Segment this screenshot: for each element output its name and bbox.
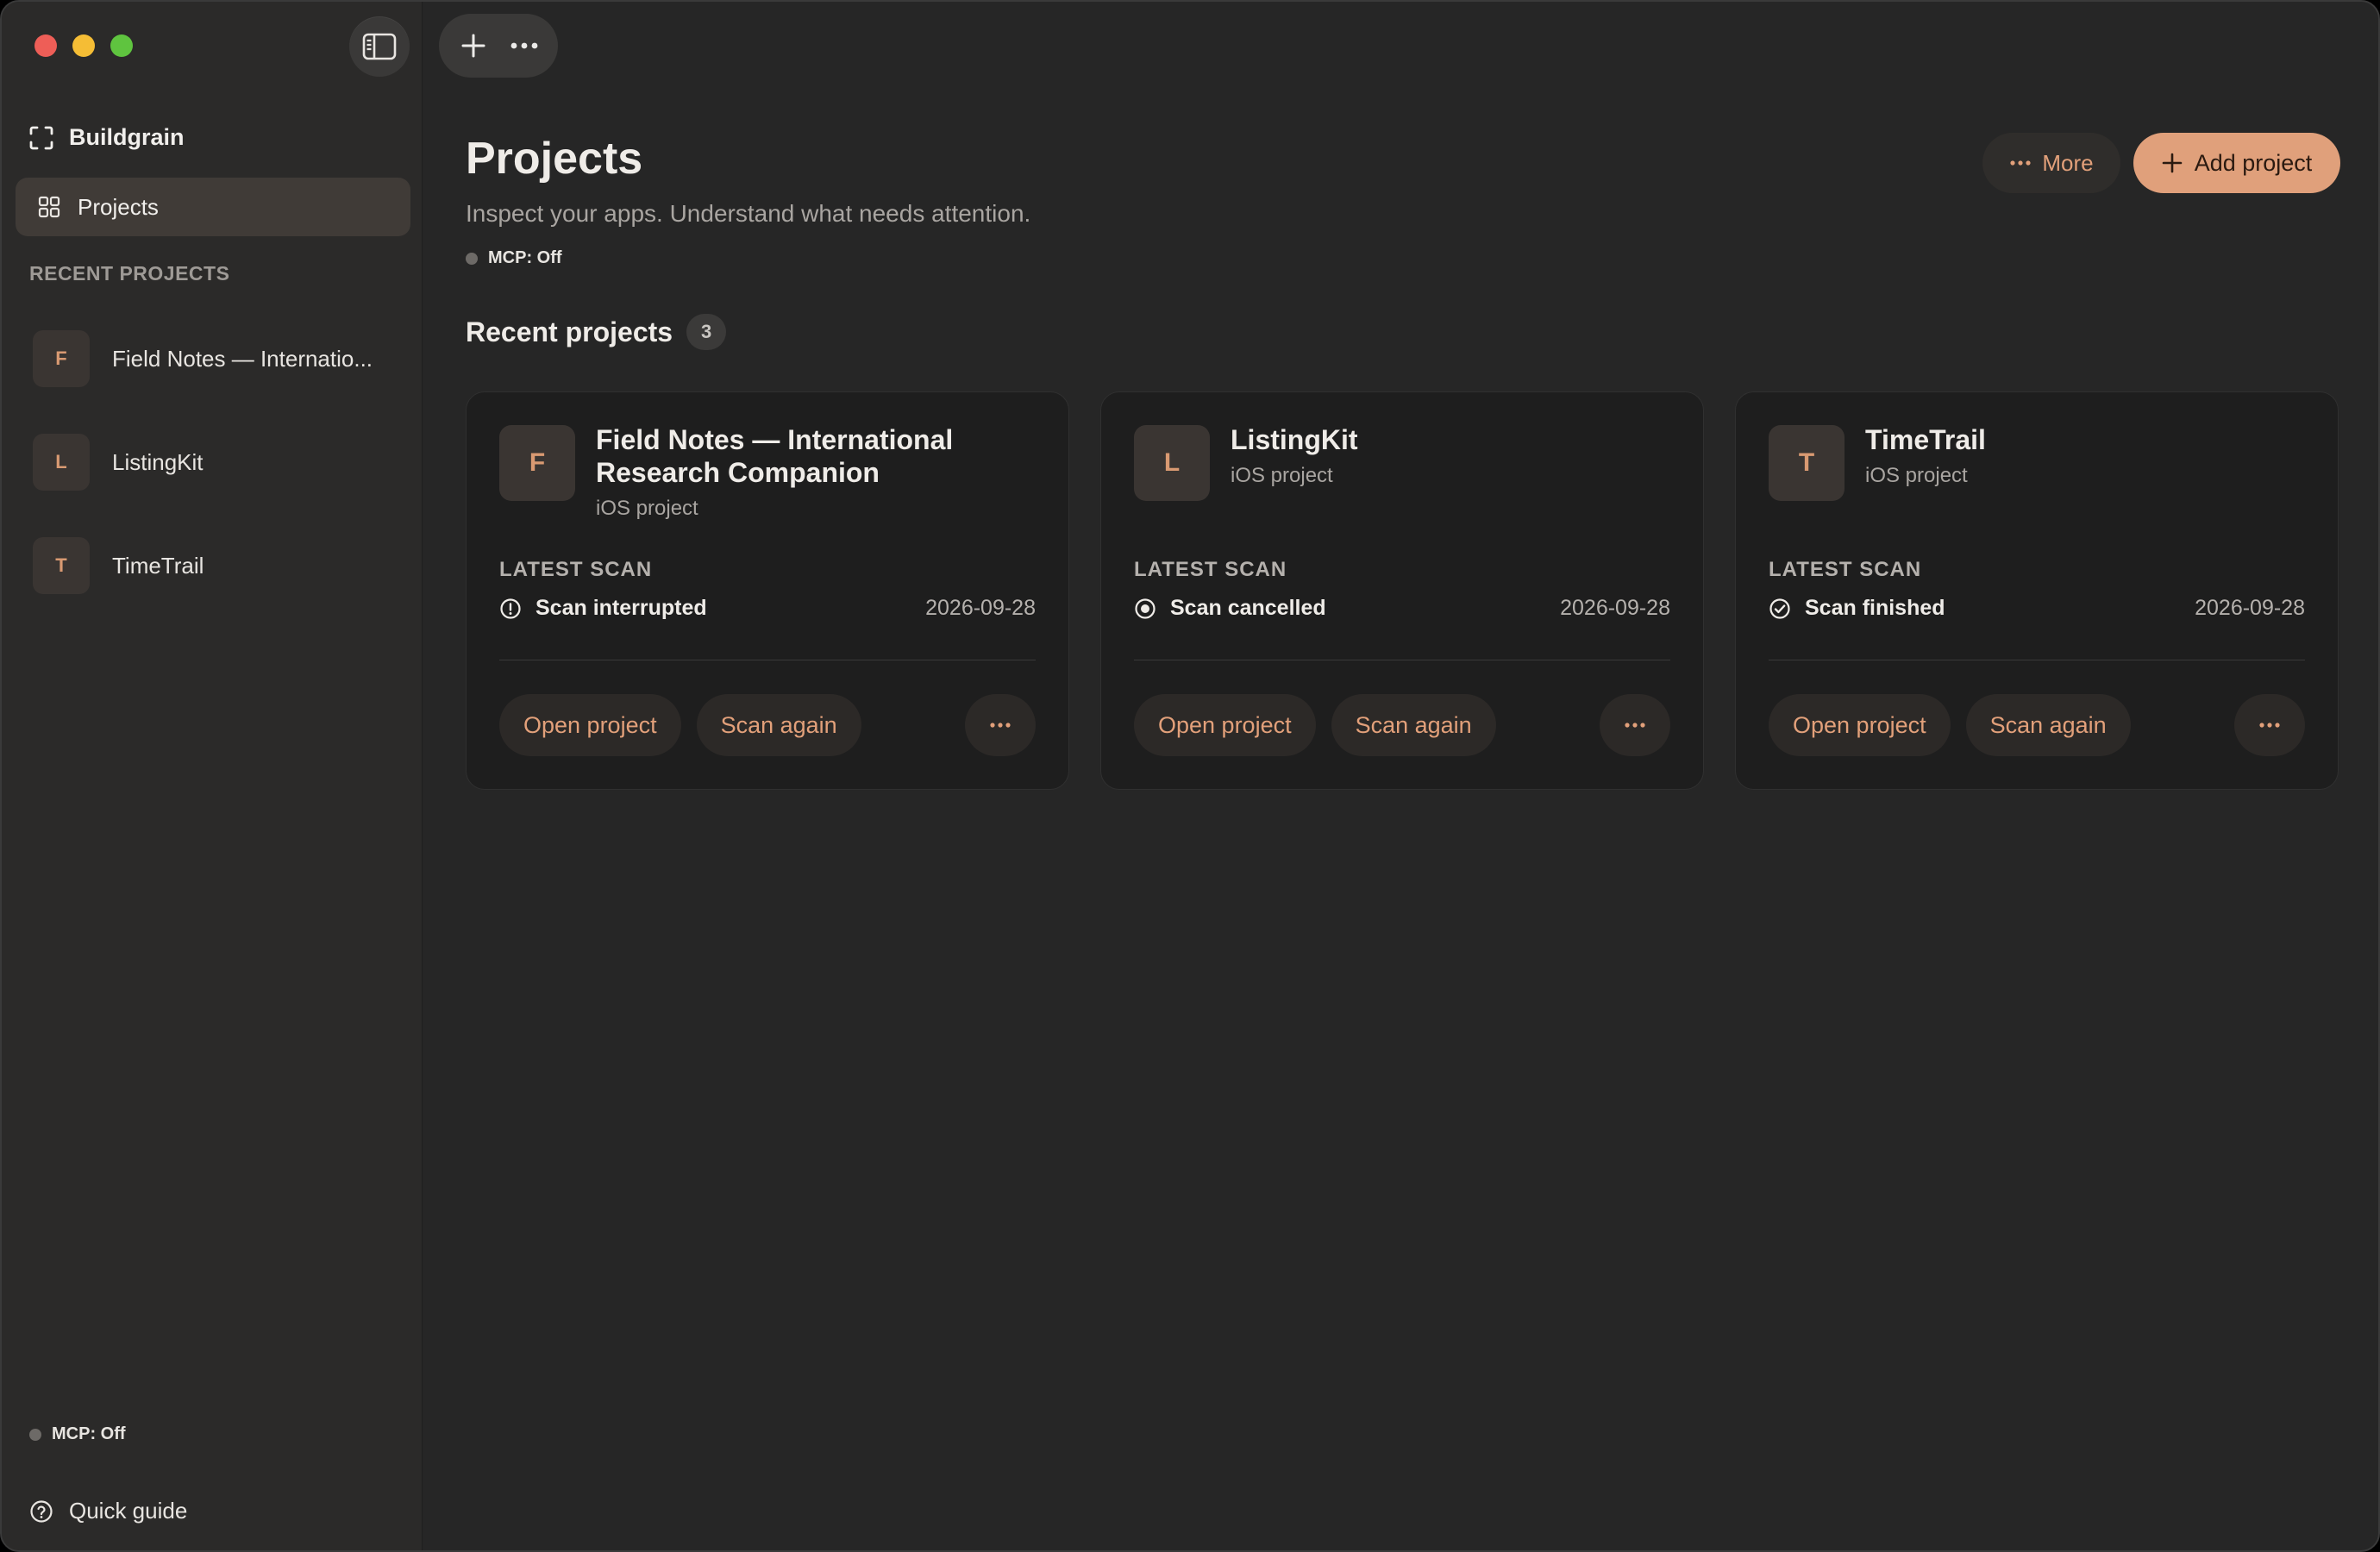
scan-row: Scan finished 2026-09-28 xyxy=(1769,596,2305,621)
project-type: iOS project xyxy=(1231,464,1333,487)
page-subtitle: Inspect your apps. Understand what needs… xyxy=(466,200,1031,227)
sidebar-item-projects[interactable]: Projects xyxy=(16,178,410,236)
brand-name: Buildgrain xyxy=(69,124,185,150)
status-dot-icon xyxy=(29,1428,41,1441)
card-actions: Open project Scan again xyxy=(499,694,861,756)
scan-row: Scan interrupted 2026-09-28 xyxy=(499,596,1036,621)
project-avatar: L xyxy=(33,434,90,491)
project-avatar: F xyxy=(33,330,90,387)
project-card: T TimeTrail iOS project LATEST SCAN Scan… xyxy=(1735,391,2339,790)
latest-scan-label: LATEST SCAN xyxy=(1134,558,1287,581)
recent-project-name: Field Notes — Internatio... xyxy=(112,345,373,372)
scan-date: 2026-09-28 xyxy=(925,596,1036,620)
stop-circle-icon xyxy=(1135,598,1156,619)
window-controls xyxy=(34,34,133,57)
scan-date: 2026-09-28 xyxy=(2195,596,2305,620)
scan-status-text: Scan cancelled xyxy=(1170,596,1326,620)
project-avatar: F xyxy=(499,425,575,501)
more-button[interactable]: More xyxy=(1982,133,2120,193)
mcp-status: MCP: Off xyxy=(466,248,562,268)
count-badge: 3 xyxy=(686,314,727,350)
recent-project-name: ListingKit xyxy=(112,448,204,475)
sidebar-icon xyxy=(362,33,397,60)
help-circle-icon xyxy=(30,1499,53,1523)
project-card: F Field Notes — International Research C… xyxy=(466,391,1069,790)
scan-status: Scan cancelled xyxy=(1134,596,1326,621)
sidebar: Buildgrain Projects RECENT PROJECTS F Fi… xyxy=(2,2,423,1550)
app-window: Buildgrain Projects RECENT PROJECTS F Fi… xyxy=(0,0,2380,1552)
mcp-status-text: MCP: Off xyxy=(488,248,562,267)
recent-projects-heading: RECENT PROJECTS xyxy=(29,262,230,285)
project-title-block: TimeTrail iOS project xyxy=(1865,423,2314,489)
sidebar-item-recent-project[interactable]: L ListingKit xyxy=(33,433,412,491)
card-more-button[interactable] xyxy=(2234,694,2305,756)
sidebar-mcp-status: MCP: Off xyxy=(29,1424,126,1444)
latest-scan-label: LATEST SCAN xyxy=(499,558,653,581)
scan-date: 2026-09-28 xyxy=(1560,596,1670,620)
project-type: iOS project xyxy=(596,497,698,520)
ellipsis-icon xyxy=(990,723,1011,728)
scan-again-button[interactable]: Scan again xyxy=(696,694,861,756)
scan-status: Scan finished xyxy=(1769,596,1945,621)
sidebar-item-recent-project[interactable]: F Field Notes — Internatio... xyxy=(33,329,412,388)
add-project-label: Add project xyxy=(2194,149,2313,176)
zoom-window-button[interactable] xyxy=(110,34,133,57)
scan-status-text: Scan finished xyxy=(1805,596,1945,620)
card-actions: Open project Scan again xyxy=(1769,694,2131,756)
scan-again-button[interactable]: Scan again xyxy=(1331,694,1496,756)
project-type: iOS project xyxy=(1865,464,1968,487)
status-dot-icon xyxy=(466,252,478,265)
check-circle-icon xyxy=(1769,598,1790,619)
open-project-button[interactable]: Open project xyxy=(499,694,681,756)
page-title: Projects xyxy=(466,134,643,184)
recent-projects-list: F Field Notes — Internatio... L ListingK… xyxy=(33,329,412,640)
info-icon xyxy=(500,598,521,619)
add-project-button[interactable]: Add project xyxy=(2133,133,2340,193)
grid-icon xyxy=(38,196,60,218)
scan-row: Scan cancelled 2026-09-28 xyxy=(1134,596,1670,621)
plus-icon xyxy=(2162,153,2183,173)
mcp-status-text: MCP: Off xyxy=(52,1424,126,1443)
open-project-button[interactable]: Open project xyxy=(1769,694,1951,756)
project-title-block: ListingKit iOS project xyxy=(1231,423,1679,489)
project-title: ListingKit xyxy=(1231,424,1358,455)
section-title-text: Recent projects xyxy=(466,316,673,347)
project-title-block: Field Notes — International Research Com… xyxy=(596,423,1044,522)
scan-status: Scan interrupted xyxy=(499,596,707,621)
more-button-label: More xyxy=(2042,149,2094,176)
project-title: TimeTrail xyxy=(1865,424,1986,455)
toggle-sidebar-button[interactable] xyxy=(349,16,410,77)
card-more-button[interactable] xyxy=(965,694,1036,756)
sidebar-item-recent-project[interactable]: T TimeTrail xyxy=(33,536,412,595)
quick-guide-label: Quick guide xyxy=(69,1498,188,1524)
project-avatar: T xyxy=(1769,425,1845,501)
card-actions: Open project Scan again xyxy=(1134,694,1496,756)
open-project-button[interactable]: Open project xyxy=(1134,694,1316,756)
scan-frame-icon xyxy=(29,126,53,149)
scan-again-button[interactable]: Scan again xyxy=(1965,694,2131,756)
recent-projects-section-title: Recent projects 3 xyxy=(466,314,727,350)
minimize-window-button[interactable] xyxy=(72,34,95,57)
ellipsis-icon xyxy=(1625,723,1645,728)
close-window-button[interactable] xyxy=(34,34,57,57)
card-more-button[interactable] xyxy=(1600,694,1670,756)
ellipsis-icon xyxy=(2010,160,2031,166)
ellipsis-icon xyxy=(2259,723,2280,728)
project-avatar: L xyxy=(1134,425,1210,501)
brand: Buildgrain xyxy=(29,124,185,151)
project-title: Field Notes — International Research Com… xyxy=(596,424,954,488)
main-content: Projects Inspect your apps. Understand w… xyxy=(423,2,2378,1550)
latest-scan-label: LATEST SCAN xyxy=(1769,558,1922,581)
project-cards: F Field Notes — International Research C… xyxy=(466,391,2339,790)
scan-status-text: Scan interrupted xyxy=(536,596,707,620)
recent-project-name: TimeTrail xyxy=(112,552,204,579)
quick-guide-button[interactable]: Quick guide xyxy=(29,1498,187,1524)
project-avatar: T xyxy=(33,537,90,594)
sidebar-item-label: Projects xyxy=(78,193,159,220)
project-card: L ListingKit iOS project LATEST SCAN Sca… xyxy=(1100,391,1704,790)
